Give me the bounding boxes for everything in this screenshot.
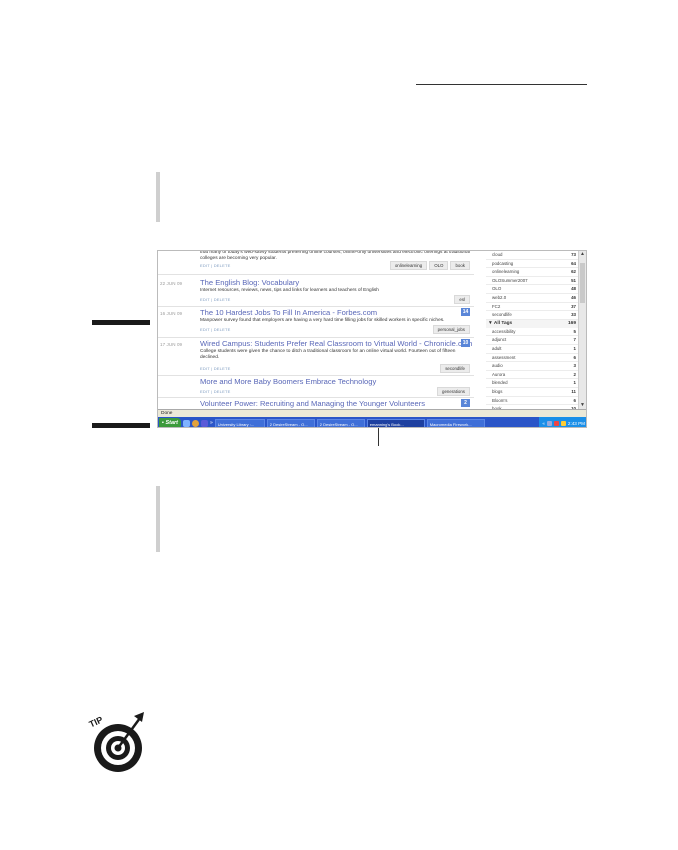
- list-item: Volunteer Power: Recruiting and Managing…: [158, 399, 474, 409]
- margin-bar-bottom: [156, 486, 160, 552]
- all-tags-header[interactable]: ▼ All Tags 169: [486, 319, 578, 328]
- tag-chip[interactable]: book: [450, 261, 470, 270]
- tag-chip[interactable]: esl: [454, 295, 470, 304]
- taskbar-button[interactable]: 2 DesireStream - O...: [266, 418, 315, 427]
- tag-row[interactable]: OLOSummer2007 51: [486, 277, 578, 286]
- entry-description: Manpower survey found that employers are…: [200, 318, 445, 323]
- entry-count-badge: 14: [461, 308, 470, 316]
- tray-arrow-icon[interactable]: «: [542, 421, 545, 426]
- tag-row[interactable]: adjunct 7: [486, 336, 578, 345]
- entry-date: 16 JUN 09: [160, 311, 183, 316]
- list-item: 17 JUN 09 Wired Campus: Students Prefer …: [158, 339, 474, 376]
- tag-row[interactable]: blogs 11: [486, 388, 578, 397]
- taskbar-button[interactable]: emanning's Book...: [366, 418, 425, 427]
- entry-tags: generations: [437, 387, 470, 396]
- taskbar: ▪ Start » University Library :... 2 Desi…: [158, 417, 586, 427]
- callout-marker-1: [92, 320, 150, 325]
- entry-tags: personal_jobs: [432, 325, 470, 334]
- entry-title-link[interactable]: The 10 Hardest Jobs To Fill In America -…: [200, 308, 377, 317]
- tag-row[interactable]: accessibility 5: [486, 328, 578, 337]
- tag-chip[interactable]: generations: [437, 387, 470, 396]
- tip-label: TIP: [88, 715, 104, 730]
- tag-chip[interactable]: OLO: [429, 261, 449, 270]
- entry-actions[interactable]: EDIT | DELETE: [200, 389, 230, 394]
- status-bar: Done: [158, 409, 586, 417]
- tip-target-icon: TIP: [88, 712, 144, 772]
- callout-marker-2: [92, 423, 150, 428]
- browser-screenshot: that many of today's web-savvy students …: [157, 250, 587, 428]
- entry-actions[interactable]: EDIT | DELETE: [200, 297, 230, 302]
- tag-row[interactable]: assessment 6: [486, 354, 578, 363]
- list-item: that many of today's web-savvy students …: [158, 251, 474, 275]
- clock: 2:43 PM: [567, 420, 585, 426]
- desktop-icon[interactable]: [183, 419, 190, 427]
- taskbar-button[interactable]: University Library :...: [214, 418, 265, 427]
- tag-chip[interactable]: onlinelearning: [389, 261, 428, 270]
- tag-row[interactable]: web2.0 46: [486, 294, 578, 303]
- entry-description: Internet resources, reviews, news, tips …: [200, 288, 379, 293]
- bookmark-list: that many of today's web-savvy students …: [158, 251, 483, 409]
- windows-logo-icon: ▪: [162, 419, 164, 426]
- tag-chip[interactable]: personal_jobs: [432, 325, 470, 334]
- list-item: More and More Baby Boomers Embrace Techn…: [158, 377, 474, 398]
- scroll-up-icon[interactable]: ▲: [579, 251, 586, 258]
- entry-tags: secondlife: [440, 364, 470, 373]
- tag-row[interactable]: secondlife 33: [486, 311, 578, 320]
- entry-title-link[interactable]: More and More Baby Boomers Embrace Techn…: [200, 377, 376, 386]
- browser-icon[interactable]: [192, 419, 199, 427]
- tag-sidebar: cloud 73 podcasting 64 onlinelearning 62 OL…: [486, 251, 578, 409]
- entry-title-link[interactable]: Volunteer Power: Recruiting and Managing…: [200, 399, 425, 408]
- entry-count-badge: 10: [461, 339, 470, 347]
- list-item: 22 JUN 09 The English Blog: Vocabulary I…: [158, 278, 474, 307]
- list-item: 16 JUN 09 The 10 Hardest Jobs To Fill In…: [158, 308, 474, 338]
- callout-line: [378, 428, 379, 446]
- security-icon[interactable]: [553, 420, 559, 426]
- tag-row[interactable]: audio 3: [486, 362, 578, 371]
- tag-row[interactable]: podcasting 64: [486, 260, 578, 269]
- tag-row[interactable]: blended 1: [486, 379, 578, 388]
- entry-actions[interactable]: EDIT | DELETE: [200, 366, 230, 371]
- tag-row[interactable]: Aurora 2: [486, 371, 578, 380]
- entry-actions[interactable]: EDIT | DELETE: [200, 327, 230, 332]
- taskbar-button[interactable]: 2 DesireStream - O...: [316, 418, 365, 427]
- tag-row[interactable]: FC2 37: [486, 303, 578, 312]
- tag-row[interactable]: cloud 73: [486, 251, 578, 260]
- expand-arrow-icon[interactable]: »: [210, 420, 213, 426]
- start-button[interactable]: ▪ Start: [159, 417, 181, 427]
- entry-tags: onlinelearning OLO book: [389, 261, 470, 270]
- entry-description: College students were given the chance t…: [200, 349, 456, 360]
- tag-chip[interactable]: secondlife: [440, 364, 470, 373]
- entry-title-link[interactable]: The English Blog: Vocabulary: [200, 278, 299, 287]
- scroll-thumb[interactable]: [580, 263, 585, 303]
- entry-tags: esl: [454, 295, 470, 304]
- entry-title-link[interactable]: Wired Campus: Students Prefer Real Class…: [200, 339, 472, 348]
- entry-date: 17 JUN 09: [160, 342, 183, 347]
- network-icon[interactable]: [546, 420, 552, 426]
- scroll-down-icon[interactable]: ▼: [579, 402, 586, 409]
- expand-triangle-icon: ▼: [488, 320, 493, 326]
- tag-row[interactable]: onlinelearning 62: [486, 268, 578, 277]
- margin-bar-top: [156, 172, 160, 222]
- entry-date: 22 JUN 09: [160, 281, 183, 286]
- tag-row[interactable]: OLO 48: [486, 285, 578, 294]
- tag-row[interactable]: adult 1: [486, 345, 578, 354]
- entry-actions[interactable]: EDIT | DELETE: [200, 263, 230, 268]
- system-tray: « 2:43 PM: [539, 417, 586, 427]
- app-icon[interactable]: [201, 419, 208, 427]
- page-header-rule: [416, 84, 587, 85]
- volume-icon[interactable]: [560, 420, 566, 426]
- taskbar-button[interactable]: Macromedia Firework...: [426, 418, 485, 427]
- vertical-scrollbar[interactable]: ▲ ▼: [578, 251, 586, 409]
- entry-count-badge: 2: [461, 399, 470, 407]
- tag-row[interactable]: Bloom's 6: [486, 397, 578, 406]
